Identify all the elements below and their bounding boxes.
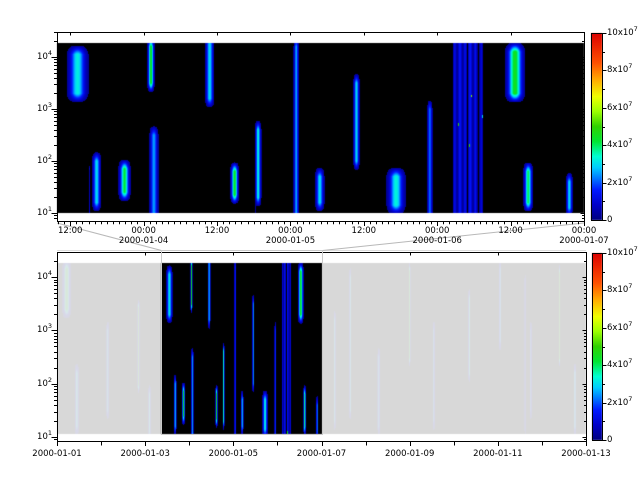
y-tick-label: 104 <box>37 53 52 62</box>
y-tick-label: 102 <box>37 379 52 388</box>
bottom-x-tick-label: 2000-01-11 <box>473 450 522 459</box>
top-x-tick-time: 00:00 <box>425 227 450 236</box>
colorbar-tick-label: 2x107 <box>607 398 632 407</box>
top-x-tick-time: 00:00 <box>131 227 156 236</box>
colorbar-exponent: 7 <box>628 282 632 290</box>
colorbar-exponent: 7 <box>634 25 638 33</box>
spectrogram-figure: 12:0000:002000-01-0412:0000:002000-01-05… <box>0 0 640 480</box>
y-tick-exponent: 4 <box>48 269 52 277</box>
y-tick-exponent: 2 <box>48 376 52 384</box>
colorbar-tick-label: 4x107 <box>607 141 632 150</box>
y-tick-exponent: 1 <box>48 429 52 437</box>
bottom-x-tick-label: 2000-01-13 <box>561 450 610 459</box>
y-tick-exponent: 3 <box>48 322 52 330</box>
y-tick-exponent: 4 <box>48 49 52 57</box>
colorbar-exponent: 7 <box>628 100 632 108</box>
bottom-x-tick-label: 2000-01-05 <box>209 450 258 459</box>
y-tick-exponent: 2 <box>48 153 52 161</box>
top-x-tick-time: 12:00 <box>352 227 377 236</box>
colorbar-tick-label: 6x107 <box>607 104 632 113</box>
y-tick-label: 101 <box>37 209 52 218</box>
y-tick-label: 101 <box>37 433 52 442</box>
colorbar-tick-label: 6x107 <box>607 324 632 333</box>
top-x-tick-time: 00:00 <box>278 227 303 236</box>
colorbar-exponent: 7 <box>628 62 632 70</box>
top-x-tick-time: 00:00 <box>572 227 597 236</box>
colorbar-tick-label: 10x107 <box>607 29 638 38</box>
colorbar-tick-label: 2x107 <box>607 178 632 187</box>
colorbar-tick-label: 8x107 <box>607 286 632 295</box>
zoom-region-selector[interactable] <box>161 250 323 435</box>
bottom-x-tick-label: 2000-01-01 <box>32 450 81 459</box>
top-x-tick-date: 2000-01-06 <box>413 237 462 246</box>
colorbar-tick-label: 8x107 <box>607 66 632 75</box>
top-x-tick-date: 2000-01-04 <box>119 237 168 246</box>
colorbar-exponent: 7 <box>628 320 632 328</box>
y-tick-label: 102 <box>37 157 52 166</box>
colorbar-exponent: 7 <box>628 395 632 403</box>
y-tick-label: 103 <box>37 105 52 114</box>
colorbar-tick-label: 10x107 <box>607 249 638 258</box>
colorbar-exponent: 7 <box>628 175 632 183</box>
top-x-tick-date: 2000-01-07 <box>559 237 608 246</box>
top-x-tick-time: 12:00 <box>498 227 523 236</box>
bottom-x-tick-label: 2000-01-03 <box>120 450 169 459</box>
top-x-tick-time: 12:00 <box>205 227 230 236</box>
y-tick-label: 103 <box>37 326 52 335</box>
colorbar-tick-label: 4x107 <box>607 361 632 370</box>
bottom-x-tick-label: 2000-01-07 <box>297 450 346 459</box>
y-tick-label: 104 <box>37 273 52 282</box>
colorbar-exponent: 7 <box>628 357 632 365</box>
colorbar-tick-label: 0 <box>607 436 612 445</box>
y-tick-exponent: 1 <box>48 205 52 213</box>
top-x-tick-time: 12:00 <box>58 227 83 236</box>
colorbar-exponent: 7 <box>628 137 632 145</box>
bottom-x-tick-label: 2000-01-09 <box>385 450 434 459</box>
top-x-tick-date: 2000-01-05 <box>266 237 315 246</box>
colorbar-tick-label: 0 <box>607 216 612 225</box>
y-tick-exponent: 3 <box>48 101 52 109</box>
colorbar-exponent: 7 <box>634 245 638 253</box>
